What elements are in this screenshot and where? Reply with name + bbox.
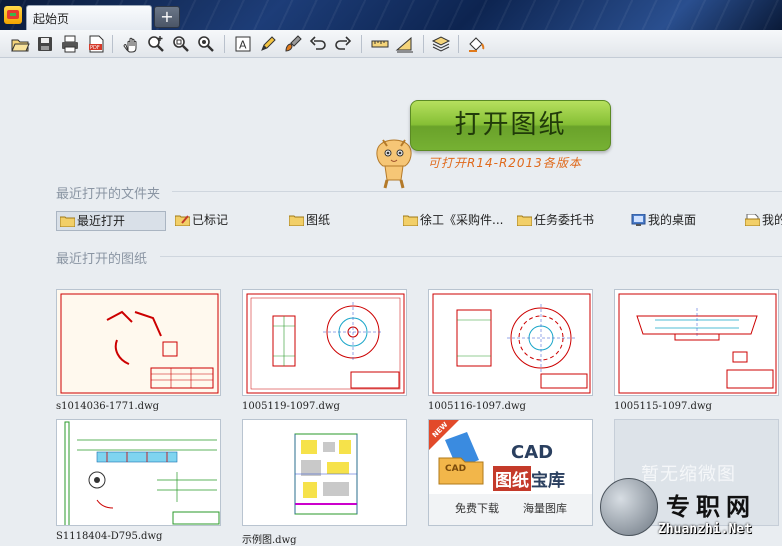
folder-my-desktop[interactable]: 我的桌面	[628, 211, 728, 231]
section-divider	[172, 191, 782, 192]
folder-xugong-purchase[interactable]: 徐工《采购件...	[400, 211, 512, 231]
watermark-url: Zhuanzhi.Net	[658, 522, 752, 537]
toolbar-separator	[224, 35, 225, 53]
toolbar-separator	[112, 35, 113, 53]
save-icon[interactable]	[35, 34, 55, 54]
toolbar: PDF A	[0, 30, 782, 58]
drawing-thumbnail[interactable]	[56, 419, 221, 526]
watermark-logo-icon	[600, 478, 658, 536]
drawing-preview	[246, 293, 405, 394]
drawing-preview	[64, 421, 220, 525]
folder-recent-opened[interactable]: 最近打开	[56, 211, 166, 231]
drawing-preview	[294, 433, 358, 515]
drawing-filename: s1014036-1771.dwg	[56, 401, 160, 412]
supported-versions-text: 可打开R14-R2013各版本	[428, 156, 582, 170]
paint-bucket-icon[interactable]	[466, 34, 486, 54]
toolbar-separator	[423, 35, 424, 53]
toolbar-separator	[458, 35, 459, 53]
drawing-preview	[618, 293, 777, 394]
open-folder-icon[interactable]	[10, 34, 30, 54]
cad-drawing-library-promo[interactable]: NEW CAD CAD 图纸 宝库 免费下载 海量图库	[428, 419, 593, 526]
bookmark-folder-icon	[175, 215, 190, 226]
document-icon	[745, 214, 760, 226]
folder-icon	[517, 215, 532, 226]
drawing-preview	[60, 293, 219, 394]
app-logo-icon	[4, 6, 22, 24]
measure-icon[interactable]	[370, 34, 390, 54]
new-tab-button[interactable]: +	[154, 6, 180, 28]
folder-label: 最近打开	[77, 214, 126, 228]
mascot-icon	[376, 139, 412, 189]
drawing-filename: S1118404-D795.dwg	[56, 531, 163, 542]
zoom-in-icon[interactable]	[146, 34, 166, 54]
zoom-window-icon[interactable]	[171, 34, 191, 54]
print-icon[interactable]	[60, 34, 80, 54]
folder-icon	[289, 215, 304, 226]
dimension-icon[interactable]	[395, 34, 415, 54]
folder-my-documents[interactable]: 我的	[742, 211, 782, 231]
folder-label: 图纸	[306, 213, 331, 227]
promo-title-a: 图纸	[493, 466, 531, 491]
folder-label: 徐工《采购件...	[420, 213, 504, 227]
drawing-thumbnail[interactable]	[56, 289, 221, 396]
recent-folders-title: 最近打开的文件夹	[56, 187, 161, 202]
promo-folder-text: CAD	[445, 464, 467, 474]
section-divider	[160, 256, 782, 257]
tab-start-page[interactable]: 起始页	[26, 5, 152, 30]
folder-label: 已标记	[192, 213, 229, 227]
folder-drawings[interactable]: 图纸	[286, 211, 376, 231]
text-icon[interactable]: A	[233, 34, 253, 54]
recent-drawings-title: 最近打开的图纸	[56, 252, 148, 267]
drawing-filename: 1005115-1097.dwg	[614, 401, 712, 412]
drawing-preview	[432, 293, 591, 394]
folder-label: 任务委托书	[534, 213, 595, 227]
folder-icon	[403, 215, 418, 226]
brush-icon[interactable]	[283, 34, 303, 54]
drawing-thumbnail[interactable]	[428, 289, 593, 396]
layers-icon[interactable]	[431, 34, 451, 54]
drawing-filename: 示例图.dwg	[242, 535, 297, 546]
pan-icon[interactable]	[121, 34, 141, 54]
svg-text:A: A	[239, 39, 247, 52]
desktop-icon	[631, 214, 646, 226]
drawing-thumbnail[interactable]	[614, 289, 779, 396]
zoom-extents-icon[interactable]	[196, 34, 216, 54]
redo-icon[interactable]	[333, 34, 353, 54]
pdf-icon[interactable]: PDF	[86, 34, 106, 54]
folder-task-letter[interactable]: 任务委托书	[514, 211, 614, 231]
svg-text:PDF: PDF	[90, 45, 100, 51]
promo-massive-library: 海量图库	[523, 502, 567, 515]
tab-label: 起始页	[33, 12, 70, 26]
promo-title-b: 宝库	[531, 471, 565, 491]
undo-icon[interactable]	[308, 34, 328, 54]
promo-free-download: 免费下载	[455, 502, 499, 515]
promo-cad-text: CAD	[511, 442, 554, 463]
folder-label: 我的桌面	[648, 213, 697, 227]
toolbar-separator	[361, 35, 362, 53]
open-drawing-button[interactable]: 打开图纸	[410, 100, 611, 151]
watermark-text: 专职网	[666, 493, 756, 521]
no-thumbnail-text: 暂无缩微图	[641, 464, 736, 485]
drawing-filename: 1005116-1097.dwg	[428, 401, 526, 412]
drawing-thumbnail[interactable]	[242, 289, 407, 396]
drawing-filename: 1005119-1097.dwg	[242, 401, 340, 412]
folder-icon	[60, 216, 75, 227]
pencil-icon[interactable]	[258, 34, 278, 54]
folder-label: 我的	[762, 213, 782, 227]
drawing-thumbnail[interactable]	[242, 419, 407, 526]
folder-bookmarked[interactable]: 已标记	[172, 211, 272, 231]
